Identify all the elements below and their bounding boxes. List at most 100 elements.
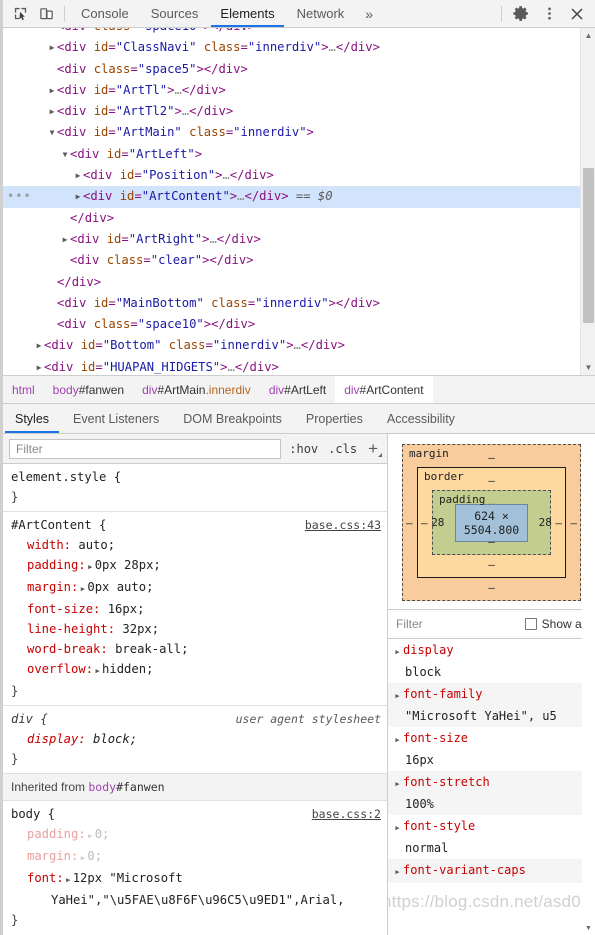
more-tabs-icon[interactable]: »	[355, 6, 383, 22]
css-rule[interactable]: body {base.css:2 padding: ▶ 0; margin: ▶ 0; fon…	[3, 801, 387, 934]
computed-scroll-down-arrow[interactable]: ▼	[582, 922, 595, 935]
cls-button[interactable]: .cls	[326, 442, 359, 456]
css-rule[interactable]: #ArtContent {base.css:43 width: auto; padd…	[3, 511, 387, 705]
hov-button[interactable]: :hov	[287, 442, 320, 456]
expand-computed-icon[interactable]: ▶	[392, 686, 403, 706]
tab-properties[interactable]: Properties	[294, 404, 375, 433]
computed-property-row[interactable]: ▶ font-family "Microsoft YaHei", u5	[388, 683, 595, 727]
show-all-toggle[interactable]: Show all	[524, 617, 587, 631]
inherited-from-tag[interactable]: body	[88, 780, 116, 794]
css-source-link[interactable]: base.css:43	[305, 515, 381, 535]
dom-node[interactable]: </div>	[3, 272, 595, 293]
expand-shorthand-icon[interactable]: ▶	[93, 661, 102, 681]
dom-tree-scrollbar[interactable]: ▲ ▼	[580, 28, 595, 375]
css-selector[interactable]: #ArtContent {	[11, 515, 106, 535]
computed-property-name[interactable]: font-size	[403, 731, 468, 745]
expand-triangle-closed-icon[interactable]	[60, 229, 70, 250]
scroll-up-arrow[interactable]: ▲	[581, 28, 595, 43]
styles-filter-input[interactable]: Filter	[9, 438, 282, 459]
dom-tree[interactable]: <div class="space10"></div> <div id="Clas…	[3, 28, 595, 375]
inspect-element-icon[interactable]	[7, 2, 33, 26]
box-model-margin[interactable]: margin – – – border – – – padding 28 624…	[402, 444, 581, 601]
expand-shorthand-icon[interactable]: ▶	[86, 557, 95, 577]
css-declaration[interactable]: margin: ▶ 0;	[3, 846, 387, 868]
margin-left-value[interactable]: –	[406, 516, 413, 529]
css-property-name[interactable]: line-height:	[27, 622, 115, 636]
computed-properties-list[interactable]: ▶ display block ▶ font-family "Microsoft YaHe…	[388, 639, 595, 935]
css-declaration[interactable]: line-height: 32px;	[3, 619, 387, 639]
css-property-value[interactable]: break-all;	[115, 642, 188, 656]
dom-node[interactable]: <div class="space10"></div>	[3, 28, 595, 37]
computed-property-name[interactable]: font-family	[403, 687, 482, 701]
expand-triangle-closed-icon[interactable]	[34, 335, 44, 356]
show-all-checkbox[interactable]	[524, 618, 537, 630]
css-property-value[interactable]: 0px auto;	[87, 580, 153, 594]
css-property-value[interactable]: 16px;	[108, 602, 145, 616]
css-property-name[interactable]: overflow:	[27, 662, 93, 676]
css-rule[interactable]: element.style {}	[3, 464, 387, 511]
expand-computed-icon[interactable]: ▶	[392, 774, 403, 794]
computed-property-row[interactable]: ▶ font-stretch 100%	[388, 771, 595, 815]
expand-triangle-open-icon[interactable]	[47, 122, 57, 143]
css-property-name[interactable]: font:	[27, 871, 64, 885]
expand-triangle-closed-icon[interactable]	[34, 357, 44, 375]
css-property-name[interactable]: font-size:	[27, 602, 100, 616]
new-style-rule-button[interactable]: +	[365, 440, 382, 457]
expand-computed-icon[interactable]: ▶	[392, 862, 403, 882]
computed-property-name[interactable]: font-variant-caps	[403, 863, 526, 877]
breadcrumb-item-div-ArtLeft[interactable]: div #ArtLeft	[260, 376, 335, 403]
margin-bottom-value[interactable]: –	[488, 581, 495, 594]
computed-property-row[interactable]: ▶ display block	[388, 639, 595, 683]
border-right-value[interactable]: –	[555, 516, 562, 529]
css-declaration[interactable]: font-size: 16px;	[3, 599, 387, 619]
padding-left-value[interactable]: 28	[429, 516, 447, 529]
css-selector[interactable]: div {	[11, 709, 48, 729]
css-property-name[interactable]: word-break:	[27, 642, 108, 656]
dots-menu-icon[interactable]	[535, 2, 563, 26]
css-property-name[interactable]: margin:	[27, 849, 78, 863]
tab-accessibility[interactable]: Accessibility	[375, 404, 467, 433]
padding-bottom-value[interactable]: –	[488, 535, 495, 548]
dom-node[interactable]: <div class="space10"></div>	[3, 314, 595, 335]
dom-node[interactable]: <div id="ArtLeft">	[3, 144, 595, 165]
css-declaration[interactable]: padding: ▶ 0;	[3, 824, 387, 846]
dom-node[interactable]: <div id="Bottom" class="innerdiv">…</div…	[3, 335, 595, 356]
dom-node[interactable]: <div id="ArtTl">…</div>	[3, 80, 595, 101]
dom-node[interactable]: <div id="MainBottom" class="innerdiv"></…	[3, 293, 595, 314]
margin-top-value[interactable]: –	[488, 451, 495, 464]
computed-filter-input[interactable]: Filter	[396, 617, 515, 631]
border-bottom-value[interactable]: –	[488, 558, 495, 571]
css-source-link[interactable]: base.css:2	[312, 804, 381, 824]
expand-triangle-closed-icon[interactable]	[47, 80, 57, 101]
expand-triangle-closed-icon[interactable]	[47, 37, 57, 58]
css-declaration[interactable]: font: ▶ 12px "Microsoft	[3, 868, 387, 890]
css-property-name[interactable]: padding:	[27, 558, 86, 572]
css-property-name[interactable]: margin:	[27, 580, 78, 594]
computed-property-name[interactable]: font-stretch	[403, 775, 490, 789]
css-property-name[interactable]: width:	[27, 538, 71, 552]
css-source-link[interactable]: user agent stylesheet	[236, 709, 381, 729]
css-declaration[interactable]: width: auto;	[3, 535, 387, 555]
tab-console[interactable]: Console	[70, 0, 140, 27]
css-property-value[interactable]: 0px 28px;	[95, 558, 161, 572]
computed-property-row[interactable]: ▶ font-variant-caps	[388, 859, 595, 883]
breadcrumb-item-html[interactable]: html	[3, 376, 44, 403]
computed-scrollbar[interactable]: ▼	[582, 434, 595, 935]
breadcrumb-item-div-ArtMain[interactable]: div #ArtMain .innerdiv	[133, 376, 260, 403]
computed-property-name[interactable]: font-style	[403, 819, 475, 833]
dom-node[interactable]: <div id="ArtRight">…</div>	[3, 229, 595, 250]
css-property-value[interactable]: 12px "Microsoft	[73, 871, 183, 885]
expand-triangle-closed-icon[interactable]	[73, 165, 83, 186]
css-declaration[interactable]: display: block;	[3, 729, 387, 749]
css-declaration[interactable]: overflow: ▶ hidden;	[3, 659, 387, 681]
css-property-value[interactable]: auto;	[78, 538, 115, 552]
tab-dom-breakpoints[interactable]: DOM Breakpoints	[171, 404, 294, 433]
css-declaration[interactable]: YaHei","\u5FAE\u8F6F\u96C5\u9ED1",Arial,	[3, 890, 387, 910]
css-declaration[interactable]: word-break: break-all;	[3, 639, 387, 659]
dom-node[interactable]: <div id="ClassNavi" class="innerdiv">…</…	[3, 37, 595, 58]
css-property-value[interactable]: 0;	[95, 827, 110, 841]
tab-styles[interactable]: Styles	[3, 404, 61, 433]
expand-computed-icon[interactable]: ▶	[392, 818, 403, 838]
dom-tree-panel[interactable]: <div class="space10"></div> <div id="Clas…	[3, 28, 595, 376]
device-toolbar-icon[interactable]	[33, 2, 59, 26]
